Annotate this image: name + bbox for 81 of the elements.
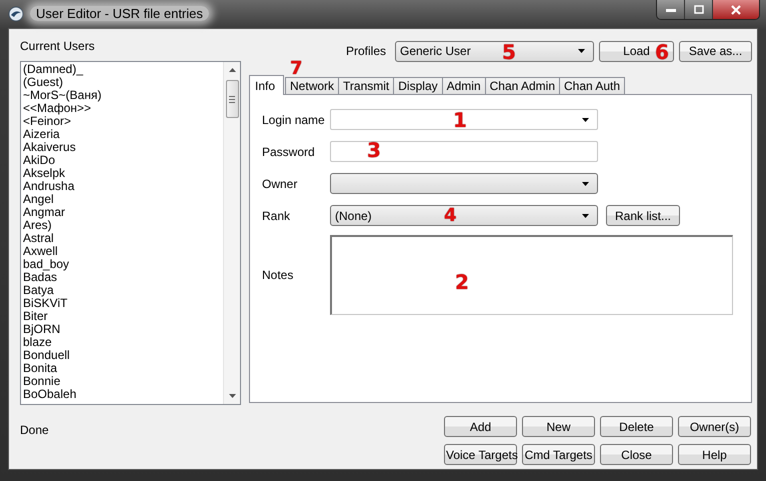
- action-button[interactable]: Delete: [600, 416, 673, 437]
- caret-icon: [582, 182, 589, 186]
- user-item[interactable]: BjORN: [23, 323, 221, 336]
- user-item[interactable]: Andrusha: [23, 180, 221, 193]
- caret-icon: [582, 214, 589, 218]
- field-label: Login name: [262, 112, 326, 126]
- status-text: Done: [20, 423, 49, 439]
- user-item[interactable]: Bonnie: [23, 375, 221, 388]
- user-item[interactable]: Biter: [23, 310, 221, 323]
- profiles-label: Profiles: [346, 44, 386, 58]
- action-button[interactable]: Voice Targets: [444, 444, 517, 465]
- close-button[interactable]: [713, 0, 759, 19]
- action-button[interactable]: Help: [678, 444, 751, 465]
- rank-dropdown[interactable]: (None) 4: [330, 205, 598, 226]
- user-item[interactable]: Angel: [23, 193, 221, 206]
- scrollbar[interactable]: [223, 62, 240, 404]
- app-icon: [8, 6, 24, 22]
- user-item[interactable]: Akaiverus: [23, 141, 221, 154]
- user-item[interactable]: Axwell: [23, 245, 221, 258]
- rank-list-button[interactable]: Rank list...: [606, 205, 680, 226]
- user-item[interactable]: Badas: [23, 271, 221, 284]
- user-item[interactable]: bad_boy: [23, 258, 221, 271]
- password-field[interactable]: 3: [330, 141, 598, 162]
- user-item[interactable]: Ares): [23, 219, 221, 232]
- scroll-down-icon[interactable]: [228, 394, 236, 398]
- user-item[interactable]: (Guest): [23, 76, 221, 89]
- maximize-icon: [692, 4, 704, 14]
- user-item[interactable]: BoObaleh: [23, 388, 221, 401]
- profile-dropdown[interactable]: Generic User 5: [395, 40, 594, 62]
- user-item[interactable]: <Feinor>: [23, 115, 221, 128]
- scroll-thumb[interactable]: [226, 80, 238, 118]
- notes-field[interactable]: 2: [330, 235, 733, 315]
- tab[interactable]: Transmit: [338, 77, 394, 94]
- action-button[interactable]: Close: [600, 444, 673, 465]
- user-item[interactable]: Bonduell: [23, 349, 221, 362]
- minimize-icon: [664, 6, 676, 12]
- field-label: Rank: [262, 208, 292, 222]
- annotation-number: 6: [655, 42, 669, 62]
- annotation-number: 4: [444, 206, 457, 225]
- user-item[interactable]: blaze: [23, 336, 221, 349]
- annotation-number: 2: [455, 272, 469, 292]
- annotation-number: 7: [290, 59, 303, 79]
- user-item[interactable]: Aizeria: [23, 128, 221, 141]
- user-item[interactable]: (Damned)_: [23, 63, 221, 76]
- annotation-number: 1: [453, 110, 467, 130]
- window-title: User Editor - USR file entries: [30, 6, 209, 21]
- load-button[interactable]: Load 6: [599, 40, 674, 62]
- user-item[interactable]: <<Мафон>>: [23, 102, 221, 115]
- annotation-number: 5: [502, 42, 516, 62]
- action-button[interactable]: Owner(s): [678, 416, 751, 437]
- scroll-up-icon[interactable]: [228, 68, 236, 72]
- users-label: Current Users: [20, 39, 96, 53]
- user-item[interactable]: ~MorS~(Ваня): [23, 89, 221, 102]
- user-item[interactable]: BiSKViT: [23, 297, 221, 310]
- field-label: Owner: [262, 176, 298, 190]
- tab[interactable]: Info: [249, 75, 284, 95]
- user-item[interactable]: Bonita: [23, 362, 221, 375]
- action-button[interactable]: New: [522, 416, 595, 437]
- tab[interactable]: Chan Admin: [484, 77, 560, 94]
- user-item[interactable]: Angmar: [23, 206, 221, 219]
- user-item[interactable]: Akselpk: [23, 167, 221, 180]
- minimize-button[interactable]: [657, 0, 685, 19]
- owner-dropdown[interactable]: [330, 173, 598, 194]
- user-item[interactable]: AkiDo: [23, 154, 221, 167]
- action-button[interactable]: Cmd Targets: [522, 444, 595, 465]
- tab[interactable]: Chan Auth: [559, 77, 626, 94]
- tab[interactable]: Display: [393, 77, 443, 94]
- login-name-field[interactable]: 1: [330, 109, 598, 130]
- tab[interactable]: Admin: [442, 77, 486, 94]
- annotation-number: 3: [367, 140, 381, 160]
- caret-icon: [578, 49, 585, 53]
- maximize-button[interactable]: [685, 0, 713, 19]
- action-button[interactable]: Add: [444, 416, 517, 437]
- field-label: Password: [262, 144, 316, 158]
- users-list[interactable]: [20, 61, 241, 405]
- user-item[interactable]: Astral: [23, 232, 221, 245]
- caret-icon: [582, 118, 589, 122]
- save-as-button[interactable]: Save as...: [679, 40, 752, 62]
- close-icon: [730, 4, 742, 14]
- user-item[interactable]: Batya: [23, 284, 221, 297]
- field-label: Notes: [262, 268, 294, 282]
